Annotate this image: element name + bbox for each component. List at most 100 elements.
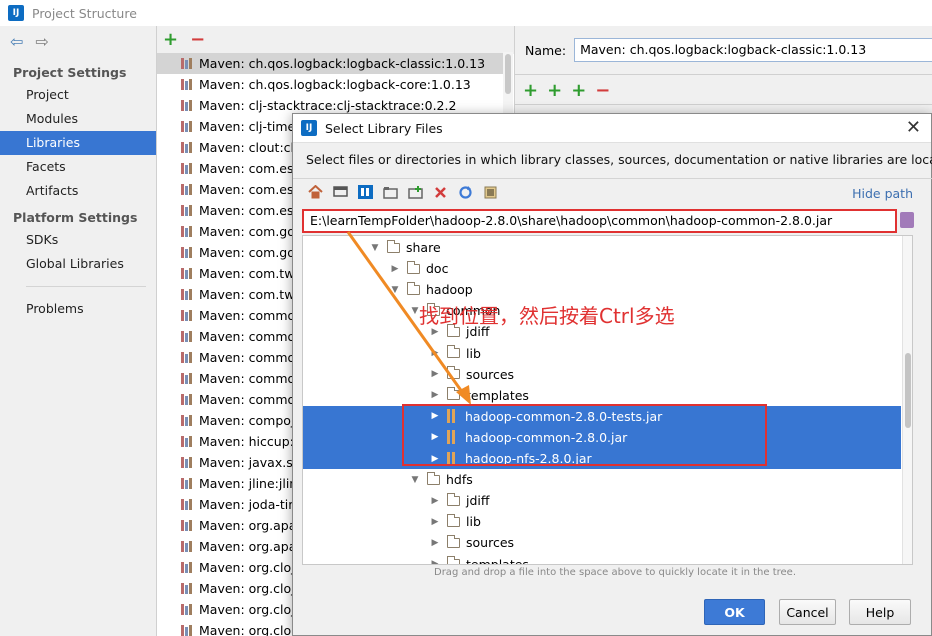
library-icon xyxy=(181,373,193,384)
project-icon[interactable] xyxy=(357,184,373,200)
path-input[interactable]: E:\learnTempFolder\hadoop-2.8.0\share\ha… xyxy=(302,209,897,233)
settings-sidebar: ⇦ ⇨ Project Settings Project Modules Lib… xyxy=(0,26,157,636)
collapse-right-icon[interactable]: ▶ xyxy=(429,411,441,421)
sidebar-item-sdks[interactable]: SDKs xyxy=(0,228,156,252)
window-title: Project Structure xyxy=(32,5,137,21)
back-arrow-icon[interactable]: ⇦ xyxy=(10,34,23,50)
path-history-icon[interactable] xyxy=(900,212,914,228)
tree-item-label: hadoop-common-2.8.0.jar xyxy=(465,429,628,445)
tree-folder-item[interactable]: ▼ share xyxy=(303,237,901,258)
home-icon[interactable] xyxy=(307,184,323,200)
desktop-icon[interactable] xyxy=(332,184,348,200)
collapse-right-icon[interactable]: ▶ xyxy=(429,369,441,379)
tree-item-label: lib xyxy=(466,345,481,361)
library-icon xyxy=(181,310,193,321)
select-library-files-dialog: IJ Select Library Files ✕ Select files o… xyxy=(292,113,932,636)
library-name-row: Name: Maven: ch.qos.logback:logback-clas… xyxy=(525,38,932,62)
forward-arrow-icon[interactable]: ⇨ xyxy=(35,34,48,50)
folder-icon xyxy=(386,239,400,253)
tree-folder-item[interactable]: ▶ sources xyxy=(303,364,901,385)
tree-folder-item[interactable]: ▶ templates xyxy=(303,385,901,406)
sidebar-item-global-libraries[interactable]: Global Libraries xyxy=(0,252,156,276)
cancel-button[interactable]: Cancel xyxy=(779,599,836,625)
tree-folder-item[interactable]: ▼ hdfs xyxy=(303,469,901,490)
platform-settings-header: Platform Settings xyxy=(13,210,138,225)
collapse-right-icon[interactable]: ▶ xyxy=(429,496,441,506)
hide-path-link[interactable]: Hide path xyxy=(852,186,913,201)
remove-root-icon[interactable]: − xyxy=(595,82,610,100)
dialog-titlebar: IJ Select Library Files xyxy=(293,114,931,143)
collapse-right-icon[interactable]: ▶ xyxy=(429,538,441,548)
close-icon[interactable]: ✕ xyxy=(906,118,921,138)
tree-folder-item[interactable]: ▶ sources xyxy=(303,532,901,553)
folder-icon xyxy=(446,387,460,401)
new-folder-icon[interactable] xyxy=(407,184,423,200)
tree-folder-item[interactable]: ▶ lib xyxy=(303,511,901,532)
sidebar-item-libraries[interactable]: Libraries xyxy=(0,131,156,155)
add-sources-icon[interactable]: + xyxy=(571,82,586,100)
tree-file-item[interactable]: ▶ hadoop-common-2.8.0.jar xyxy=(303,426,901,448)
add-classes-icon[interactable]: + xyxy=(547,82,562,100)
tree-folder-item[interactable]: ▶ lib xyxy=(303,343,901,364)
library-icon xyxy=(181,478,193,489)
sidebar-item-artifacts[interactable]: Artifacts xyxy=(0,179,156,203)
dialog-title: Select Library Files xyxy=(325,120,443,136)
show-hidden-files-icon[interactable] xyxy=(482,184,498,200)
tree-item-label: lib xyxy=(466,514,481,530)
library-icon xyxy=(181,100,193,111)
library-list-item[interactable]: Maven: ch.qos.logback:logback-classic:1.… xyxy=(157,53,503,74)
collapse-right-icon[interactable]: ▶ xyxy=(429,517,441,527)
add-root-icon[interactable]: + xyxy=(523,82,538,100)
expand-down-icon[interactable]: ▼ xyxy=(409,475,421,485)
collapse-right-icon[interactable]: ▶ xyxy=(429,432,441,442)
add-library-icon[interactable]: + xyxy=(163,31,178,49)
collapse-right-icon[interactable]: ▶ xyxy=(429,390,441,400)
library-icon xyxy=(181,331,193,342)
detail-divider xyxy=(515,74,932,75)
file-tree-scrollbar[interactable] xyxy=(902,236,912,564)
library-icon xyxy=(181,499,193,510)
delete-icon[interactable] xyxy=(432,184,448,200)
library-icon xyxy=(181,352,193,363)
module-folder-icon[interactable] xyxy=(382,184,398,200)
library-icon xyxy=(181,184,193,195)
library-icon xyxy=(181,226,193,237)
ok-button[interactable]: OK xyxy=(704,599,765,625)
drag-drop-hint: Drag and drop a file into the space abov… xyxy=(434,567,797,578)
library-icon xyxy=(181,121,193,132)
library-icon xyxy=(181,436,193,447)
scrollbar-thumb[interactable] xyxy=(505,54,511,94)
remove-library-icon[interactable]: − xyxy=(190,31,205,49)
sidebar-item-modules[interactable]: Modules xyxy=(0,107,156,131)
expand-down-icon[interactable]: ▼ xyxy=(389,285,401,295)
library-list-item[interactable]: Maven: ch.qos.logback:logback-core:1.0.1… xyxy=(157,74,503,95)
folder-icon xyxy=(446,366,460,380)
collapse-right-icon[interactable]: ▶ xyxy=(389,264,401,274)
jar-icon xyxy=(447,430,459,445)
library-icon xyxy=(181,289,193,300)
tree-folder-item[interactable]: ▶ jdiff xyxy=(303,490,901,511)
scrollbar-thumb[interactable] xyxy=(905,353,911,428)
collapse-right-icon[interactable]: ▶ xyxy=(429,348,441,358)
tree-file-item[interactable]: ▶ hadoop-common-2.8.0-tests.jar xyxy=(303,405,901,427)
tree-folder-item[interactable]: ▼ hadoop xyxy=(303,279,901,300)
library-name-field[interactable]: Maven: ch.qos.logback:logback-classic:1.… xyxy=(574,38,932,62)
sidebar-item-problems[interactable]: Problems xyxy=(0,297,156,321)
tree-file-item[interactable]: ▶ hadoop-nfs-2.8.0.jar xyxy=(303,448,901,469)
folder-icon xyxy=(446,556,460,564)
jar-icon xyxy=(447,451,459,466)
tree-folder-item[interactable]: ▶ doc xyxy=(303,258,901,279)
refresh-icon[interactable] xyxy=(457,184,473,200)
expand-down-icon[interactable]: ▼ xyxy=(369,243,381,253)
tree-item-label: sources xyxy=(466,366,515,382)
tree-folder-item[interactable]: ▶ templates xyxy=(303,554,901,564)
sidebar-item-project[interactable]: Project xyxy=(0,83,156,107)
help-button[interactable]: Help xyxy=(849,599,911,625)
collapse-right-icon[interactable]: ▶ xyxy=(429,454,441,464)
jar-icon xyxy=(447,409,459,424)
sidebar-item-facets[interactable]: Facets xyxy=(0,155,156,179)
dialog-description: Select files or directories in which lib… xyxy=(306,152,932,167)
library-icon xyxy=(181,268,193,279)
collapse-right-icon[interactable]: ▶ xyxy=(429,559,441,564)
folder-icon xyxy=(406,260,420,274)
